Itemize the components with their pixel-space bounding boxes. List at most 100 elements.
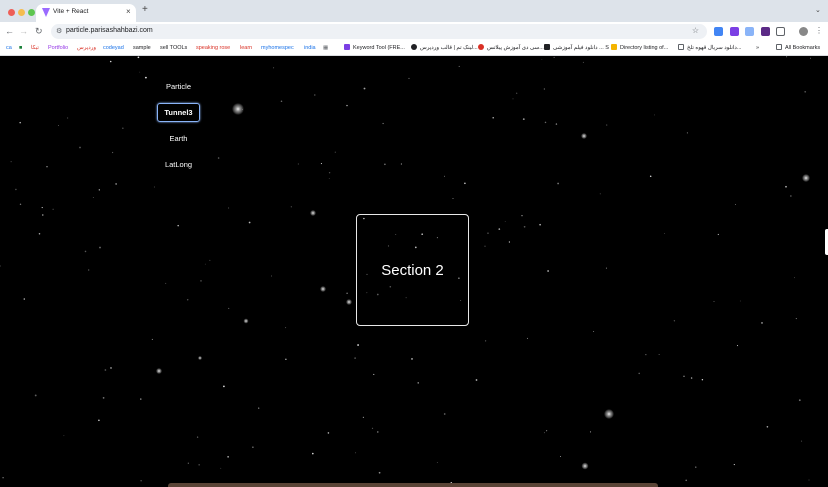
star-particle [290,206,292,208]
bookmark-item[interactable]: لینک تم | قالب وردپرس... [411,44,478,52]
glowing-particle [243,318,249,324]
star-particle [683,375,685,377]
bookmark-label: دانلود سریال قهوه تلخ... [687,45,742,51]
bookmark-item[interactable]: speaking rose [196,44,230,52]
star-particle [151,338,153,340]
section-card: Section 2 [356,214,469,326]
folder-icon [611,44,617,50]
bookmark-item[interactable]: ca [4,44,14,52]
star-particle [92,196,94,198]
star-particle [673,320,676,322]
nav-tunnel3[interactable]: Tunnel3 [157,103,200,122]
star-particle [547,270,549,272]
star-particle [196,436,199,438]
star-particle [314,94,316,96]
star-particle [382,122,384,125]
active-tab[interactable]: Vite + React × [36,4,136,22]
star-particle [589,431,592,433]
bookmark-item[interactable]: learn [240,44,252,52]
star-particle [794,277,795,279]
star-particle [717,233,719,236]
glowing-particle [310,210,316,216]
maximize-window-button[interactable] [28,9,35,16]
star-particle [484,340,487,342]
extension-icon[interactable] [761,27,770,36]
reload-button[interactable]: ↻ [35,26,43,36]
star-particle [153,186,155,188]
tab-close-icon[interactable]: × [126,7,131,16]
star-particle [209,259,211,261]
url-text[interactable]: particle.parisashahbazi.com [66,27,153,34]
more-menu-icon[interactable]: ⋮ [815,26,823,35]
star-particle [140,398,142,400]
bookmark-item[interactable]: myhomespec [261,44,294,52]
bookmark-item[interactable]: Keyword Tool (FRE... [344,44,405,52]
bookmark-item[interactable]: sample [133,44,151,52]
star-particle [810,57,812,59]
nav-latlong[interactable]: LatLong [157,155,200,174]
glowing-particle [198,356,202,360]
star-particle [346,292,348,294]
minimize-window-button[interactable] [18,9,25,16]
extensions-puzzle-icon[interactable] [776,27,785,36]
extension-icon[interactable] [745,27,754,36]
bookmark-item[interactable]: دانلود سریال قهوه تلخ... [678,44,741,52]
tab-title: Vite + React [53,8,89,15]
star-particle [464,182,466,185]
bookmark-item[interactable]: وردپرس [77,44,96,52]
glowing-particle [156,368,162,374]
bookmark-item[interactable]: ■ [19,44,22,52]
star-particle [223,385,225,388]
star-particle [140,480,142,482]
new-tab-button[interactable]: + [142,5,148,15]
star-particle [228,207,230,209]
bookmark-star-icon[interactable]: ☆ [692,26,699,35]
star-particle [346,104,348,107]
bookmark-item[interactable]: دانلود فیلم آموزشی ... S [544,44,609,52]
star-particle [109,60,112,63]
glowing-particle [232,103,244,115]
bookmark-item[interactable]: Portfolio [48,44,68,52]
star-particle [165,282,167,284]
address-bar[interactable]: ⚙ particle.parisashahbazi.com ☆ [51,24,707,39]
star-particle [328,172,331,174]
star-particle [522,118,525,120]
bookmark-item[interactable]: codeyad [103,44,124,52]
star-particle [228,307,230,309]
glowing-particle [346,299,352,305]
apps-grid-icon[interactable]: ▦ [323,44,328,52]
nav-earth[interactable]: Earth [157,129,200,148]
site-settings-icon[interactable]: ⚙ [56,27,62,35]
star-particle [475,379,478,381]
extension-icon[interactable] [714,27,723,36]
extension-icon[interactable] [730,27,739,36]
close-window-button[interactable] [8,9,15,16]
star-particle [79,146,81,149]
bookmark-item[interactable]: Directory listing of... [611,44,668,52]
tab-search-button[interactable]: ⌄ [815,6,821,14]
nav-particle[interactable]: Particle [157,77,200,96]
star-particle [516,92,518,94]
all-bookmarks-button[interactable]: All Bookmarks [776,44,820,52]
star-particle [492,117,494,119]
bookmarks-overflow-button[interactable]: » [756,44,759,52]
star-particle [739,300,741,302]
star-particle [63,435,65,437]
star-particle [658,354,660,355]
back-button[interactable]: ← [5,26,14,36]
bookmark-item[interactable]: سی دی آموزش پیلاتس... [478,44,544,52]
star-particle [654,114,656,116]
bookmark-item[interactable]: sell TOOLs [160,44,187,52]
star-particle [42,214,44,216]
star-particle [122,127,124,129]
forward-button[interactable]: → [19,26,28,36]
star-particle [363,87,366,90]
play-icon [678,44,684,50]
bookmark-item[interactable]: india [304,44,316,52]
star-particle [258,407,260,409]
star-particle [242,108,244,110]
profile-avatar[interactable] [799,27,808,36]
bookmark-item[interactable]: تیکا [31,44,39,52]
star-particle [521,215,523,217]
star-particle [553,56,555,58]
